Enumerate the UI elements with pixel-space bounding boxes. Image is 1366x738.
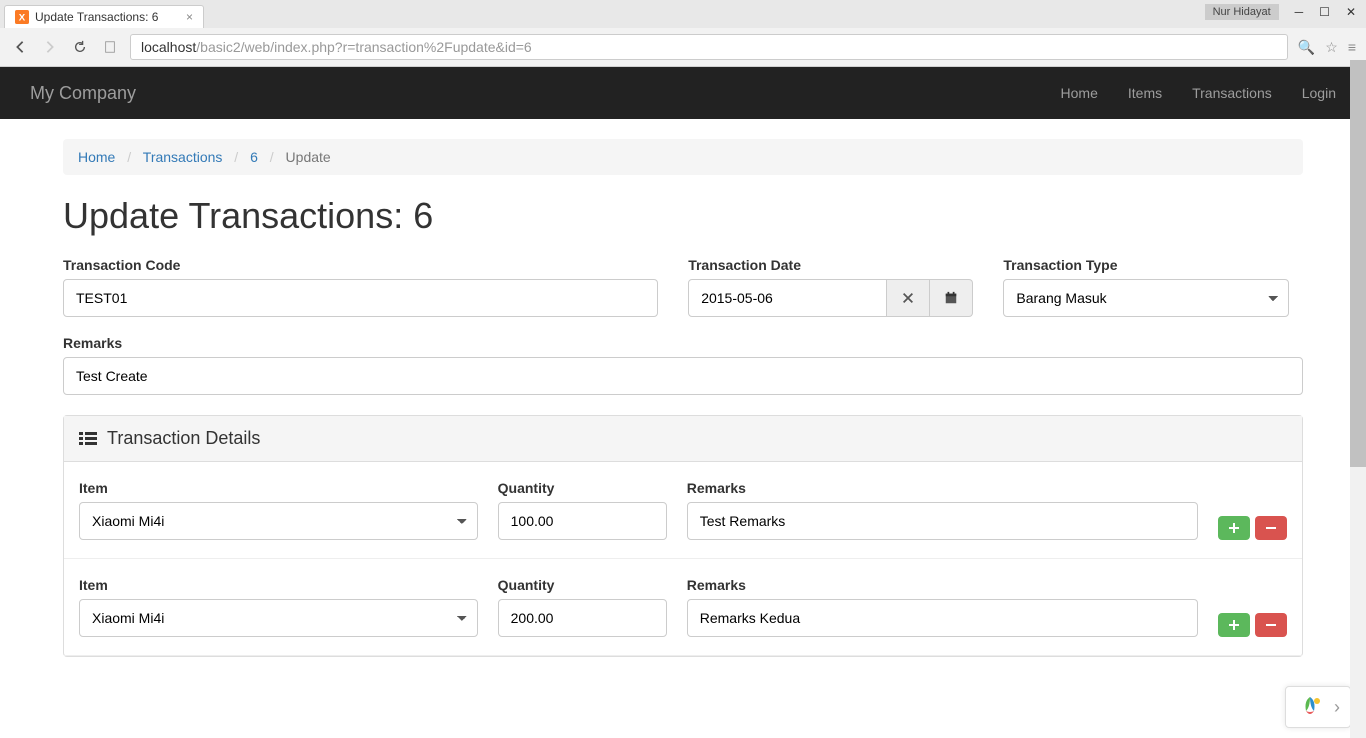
date-picker-button[interactable] [930, 279, 973, 317]
browser-tab[interactable]: X Update Transactions: 6 × [4, 5, 204, 28]
minus-icon [1265, 619, 1277, 631]
close-icon[interactable]: × [186, 10, 193, 24]
tab-bar: X Update Transactions: 6 × Nur Hidayat ─… [0, 0, 1366, 28]
transaction-code-label: Transaction Code [63, 257, 658, 273]
quantity-input[interactable] [498, 502, 667, 540]
calendar-icon [944, 291, 958, 305]
url-bar[interactable]: localhost/basic2/web/index.php?r=transac… [130, 34, 1288, 60]
file-icon [100, 37, 120, 57]
url-host: localhost [141, 39, 196, 55]
scrollbar-thumb[interactable] [1350, 60, 1366, 467]
transaction-details-panel: Transaction Details Item Xiaomi Mi4i Qua… [63, 415, 1303, 657]
detail-row: Item Xiaomi Mi4i Quantity Remarks [64, 559, 1302, 656]
minus-icon [1265, 522, 1277, 534]
remarks-label: Remarks [63, 335, 1303, 351]
url-path: /basic2/web/index.php?r=transaction%2Fup… [196, 39, 531, 55]
navbar-brand[interactable]: My Company [30, 83, 136, 104]
navbar-nav: Home Items Transactions Login [1061, 85, 1336, 101]
quantity-input[interactable] [498, 599, 667, 637]
maximize-icon[interactable]: ☐ [1319, 5, 1330, 19]
nav-link-home[interactable]: Home [1061, 85, 1098, 101]
window-close-icon[interactable]: ✕ [1346, 5, 1356, 19]
breadcrumb: Home / Transactions / 6 / Update [63, 139, 1303, 175]
minimize-icon[interactable]: ─ [1295, 5, 1304, 19]
detail-remarks-input[interactable] [687, 599, 1198, 637]
detail-remarks-label: Remarks [687, 480, 1198, 496]
quantity-label: Quantity [498, 480, 667, 496]
nav-link-login[interactable]: Login [1302, 85, 1336, 101]
detail-remarks-label: Remarks [687, 577, 1198, 593]
breadcrumb-current: Update [286, 149, 331, 165]
add-row-button[interactable] [1218, 516, 1250, 540]
chevron-right-icon[interactable]: › [1334, 697, 1340, 718]
plus-icon [1228, 522, 1240, 534]
quantity-label: Quantity [498, 577, 667, 593]
scrollbar[interactable] [1350, 60, 1366, 738]
item-label: Item [79, 480, 478, 496]
page-title: Update Transactions: 6 [63, 195, 1303, 237]
user-badge: Nur Hidayat [1205, 4, 1279, 20]
item-select[interactable]: Xiaomi Mi4i [79, 502, 478, 540]
times-icon [901, 291, 915, 305]
plus-icon [1228, 619, 1240, 631]
svg-text:X: X [19, 13, 26, 24]
yii-logo-icon [1296, 693, 1324, 721]
transaction-date-input[interactable] [688, 279, 887, 317]
list-icon [79, 431, 97, 447]
panel-heading: Transaction Details [64, 416, 1302, 462]
nav-link-items[interactable]: Items [1128, 85, 1162, 101]
remove-row-button[interactable] [1255, 613, 1287, 637]
star-icon[interactable]: ☆ [1325, 39, 1338, 56]
zoom-icon[interactable]: 🔍 [1298, 39, 1315, 56]
remarks-group: Remarks [63, 335, 1303, 395]
app-navbar: My Company Home Items Transactions Login [0, 67, 1366, 119]
reload-icon[interactable] [70, 37, 90, 57]
breadcrumb-transactions[interactable]: Transactions [143, 149, 223, 165]
remove-row-button[interactable] [1255, 516, 1287, 540]
transaction-code-input[interactable] [63, 279, 658, 317]
nav-link-transactions[interactable]: Transactions [1192, 85, 1272, 101]
transaction-code-group: Transaction Code [63, 257, 658, 317]
tab-title: Update Transactions: 6 [35, 10, 158, 24]
item-label: Item [79, 577, 478, 593]
forward-icon[interactable] [40, 37, 60, 57]
browser-chrome: X Update Transactions: 6 × Nur Hidayat ─… [0, 0, 1366, 67]
transaction-type-label: Transaction Type [1003, 257, 1288, 273]
detail-row: Item Xiaomi Mi4i Quantity Remarks [64, 462, 1302, 559]
browser-navbar: localhost/basic2/web/index.php?r=transac… [0, 28, 1366, 66]
window-controls: Nur Hidayat ─ ☐ ✕ [1205, 4, 1356, 20]
add-row-button[interactable] [1218, 613, 1250, 637]
menu-icon[interactable]: ≡ [1348, 39, 1356, 56]
transaction-date-group: Transaction Date [688, 257, 973, 317]
xampp-icon: X [15, 10, 29, 24]
panel-title: Transaction Details [107, 428, 260, 449]
transaction-type-select[interactable]: Barang Masuk [1003, 279, 1288, 317]
transaction-type-group: Transaction Type Barang Masuk [1003, 257, 1288, 317]
remarks-input[interactable] [63, 357, 1303, 395]
yii-debug-toolbar[interactable]: › [1285, 686, 1351, 728]
transaction-date-label: Transaction Date [688, 257, 973, 273]
breadcrumb-id[interactable]: 6 [250, 149, 258, 165]
date-clear-button[interactable] [887, 279, 930, 317]
breadcrumb-home[interactable]: Home [78, 149, 115, 165]
item-select[interactable]: Xiaomi Mi4i [79, 599, 478, 637]
back-icon[interactable] [10, 37, 30, 57]
detail-remarks-input[interactable] [687, 502, 1198, 540]
